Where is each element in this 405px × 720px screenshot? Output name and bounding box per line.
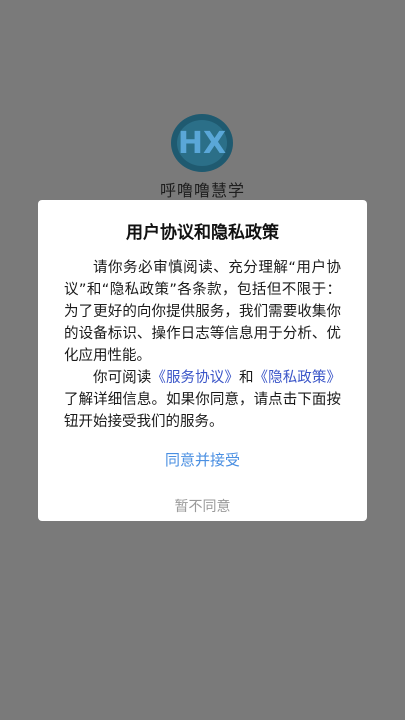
dialog-paragraph-1: 请你务必审慎阅读、充分理解“用户协议”和“隐私政策”各条款，包括但不限于：为了更… [64, 260, 341, 364]
paragraph-2-middle: 和 [238, 370, 254, 386]
dialog-body: 请你务必审慎阅读、充分理解“用户协议”和“隐私政策”各条款，包括但不限于：为了更… [64, 257, 341, 433]
agree-button[interactable]: 同意并接受 [64, 449, 341, 470]
dialog-paragraph-2: 你可阅读《服务协议》和《隐私政策》了解详细信息。如果你同意，请点击下面按钮开始接… [64, 367, 341, 433]
privacy-dialog: 用户协议和隐私政策 请你务必审慎阅读、充分理解“用户协议”和“隐私政策”各条款，… [38, 200, 367, 521]
decline-button[interactable]: 暂不同意 [64, 496, 341, 516]
app-name: 呼噜噜慧学 [159, 181, 245, 200]
service-agreement-link[interactable]: 《服务协议》 [151, 370, 239, 386]
paragraph-2-suffix: 了解详细信息。如果你同意，请点击下面按钮开始接受我们的服务。 [64, 392, 341, 430]
privacy-policy-link[interactable]: 《隐私政策》 [254, 370, 341, 386]
app-logo-icon: HX [171, 114, 233, 172]
paragraph-2-prefix: 你可阅读 [93, 370, 152, 386]
svg-text:HX: HX [178, 126, 226, 161]
dialog-title: 用户协议和隐私政策 [126, 223, 279, 243]
